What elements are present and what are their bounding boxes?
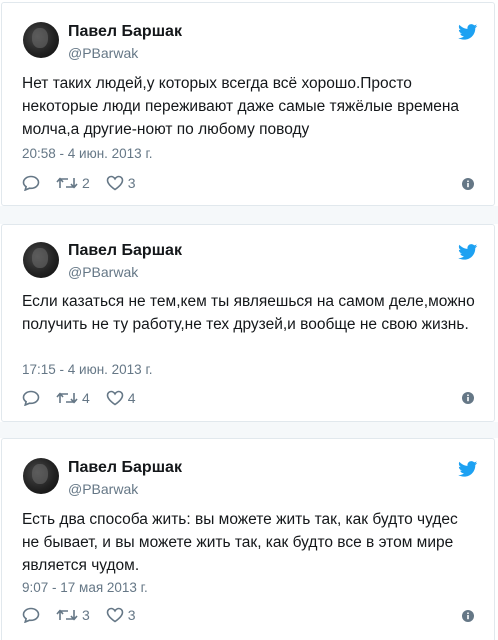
- retweet-button[interactable]: 4: [56, 390, 90, 406]
- twitter-bird-icon[interactable]: [458, 461, 478, 477]
- reply-button[interactable]: [22, 390, 40, 406]
- like-button[interactable]: 3: [106, 175, 136, 191]
- avatar[interactable]: [23, 242, 59, 278]
- tweet-timestamp[interactable]: 20:58 - 4 июн. 2013 г.: [22, 146, 152, 161]
- like-button[interactable]: 4: [106, 390, 136, 406]
- like-button[interactable]: 3: [106, 607, 136, 623]
- reply-button[interactable]: [22, 175, 40, 191]
- heart-icon: [106, 607, 124, 623]
- twitter-bird-icon[interactable]: [458, 244, 478, 260]
- tweet-actions: 4 4: [22, 388, 152, 408]
- retweet-icon: [56, 609, 78, 621]
- author-handle[interactable]: @PBarwak: [68, 45, 138, 61]
- tweet-card[interactable]: Павел Баршак @PBarwak Нет таких людей,у …: [1, 2, 495, 206]
- tweet-timestamp[interactable]: 17:15 - 4 июн. 2013 г.: [22, 362, 152, 377]
- retweet-count: 4: [82, 390, 90, 406]
- author-name[interactable]: Павел Баршак: [68, 459, 182, 477]
- tweet-text: Нет таких людей,у которых всегда всё хор…: [22, 75, 460, 138]
- reply-icon: [22, 390, 40, 406]
- tweet-text: Если казаться не тем,кем ты являешься на…: [22, 293, 475, 333]
- retweet-count: 3: [82, 607, 90, 623]
- avatar[interactable]: [23, 22, 59, 58]
- info-icon[interactable]: [462, 178, 474, 190]
- author-name[interactable]: Павел Баршак: [68, 23, 182, 41]
- tweet-timestamp[interactable]: 9:07 - 17 мая 2013 г.: [22, 580, 148, 595]
- retweet-button[interactable]: 2: [56, 175, 90, 191]
- like-count: 3: [127, 607, 136, 623]
- card-separator: [0, 206, 498, 224]
- like-count: 3: [127, 175, 136, 191]
- heart-icon: [106, 175, 124, 191]
- tweet-text: Есть два способа жить: вы можете жить та…: [22, 511, 458, 574]
- retweet-count: 2: [82, 175, 90, 191]
- tweet-actions: 2 3: [22, 173, 152, 193]
- retweet-icon: [56, 177, 78, 189]
- info-icon[interactable]: [462, 392, 474, 404]
- avatar[interactable]: [23, 458, 59, 494]
- twitter-bird-icon[interactable]: [458, 24, 478, 40]
- reply-icon: [22, 175, 40, 191]
- tweet-actions: 3 3: [22, 605, 152, 625]
- author-name[interactable]: Павел Баршак: [68, 242, 182, 260]
- card-separator: [0, 422, 498, 438]
- like-count: 4: [127, 390, 136, 406]
- author-handle[interactable]: @PBarwak: [68, 264, 138, 280]
- reply-button[interactable]: [22, 607, 40, 623]
- retweet-button[interactable]: 3: [56, 607, 90, 623]
- heart-icon: [106, 390, 124, 406]
- retweet-icon: [56, 392, 78, 404]
- tweet-card[interactable]: Павел Баршак @PBarwak Есть два способа ж…: [1, 438, 495, 640]
- tweet-card[interactable]: Павел Баршак @PBarwak Если казаться не т…: [1, 224, 495, 422]
- author-handle[interactable]: @PBarwak: [68, 481, 138, 497]
- info-icon[interactable]: [462, 610, 474, 622]
- reply-icon: [22, 607, 40, 623]
